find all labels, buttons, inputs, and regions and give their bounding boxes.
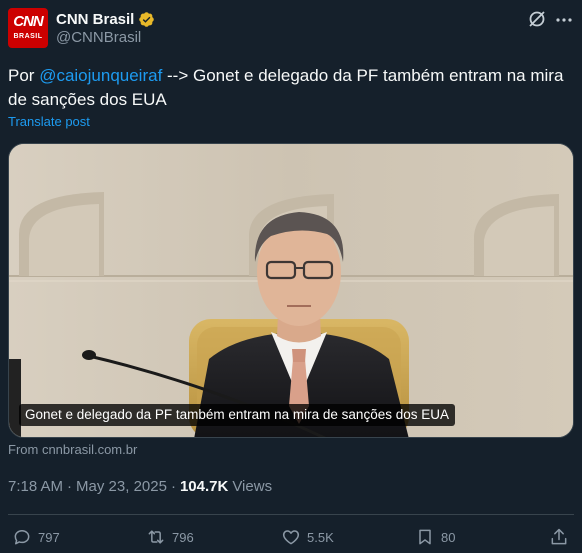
bookmark-button[interactable]: 80 [415, 527, 455, 547]
reply-count: 797 [38, 529, 60, 545]
post-date[interactable]: May 23, 2025 [76, 478, 167, 495]
author-display-name[interactable]: CNN Brasil [56, 11, 134, 28]
post-image[interactable] [8, 143, 574, 438]
author-handle[interactable]: @CNNBrasil [56, 29, 141, 46]
photo-illustration [9, 144, 573, 437]
image-caption: Gonet e delegado da PF também entram na … [19, 404, 455, 426]
meta-separator-2: · [170, 478, 176, 495]
post-text-prefix: Por [8, 66, 40, 85]
bookmark-icon [419, 529, 431, 545]
heart-icon [282, 530, 300, 545]
like-button[interactable]: 5.5K [281, 527, 334, 547]
repost-count: 796 [172, 529, 194, 545]
author-name-row: CNN Brasil [56, 9, 155, 29]
share-icon [551, 528, 567, 545]
like-count: 5.5K [307, 529, 334, 545]
avatar-logo-sub: BRASIL [13, 33, 43, 40]
share-button[interactable] [549, 527, 569, 547]
views-label: Views [232, 478, 273, 495]
more-options-icon[interactable] [554, 10, 574, 30]
bookmark-count: 80 [441, 529, 456, 545]
avatar[interactable]: CNN BRASIL [8, 8, 48, 48]
mention-link[interactable]: @caiojunqueiraf [39, 66, 162, 85]
repost-button[interactable]: 796 [146, 527, 194, 547]
link-source[interactable]: From cnnbrasil.com.br [8, 442, 137, 457]
reply-button[interactable]: 797 [12, 527, 60, 547]
grok-icon[interactable] [527, 9, 547, 29]
views-count: 104.7K [179, 478, 229, 495]
post-metadata: 7:18 AM · May 23, 2025 · 104.7K Views [8, 478, 272, 495]
avatar-logo: CNN [13, 13, 44, 30]
repost-icon [148, 530, 164, 544]
verified-badge-icon[interactable] [138, 11, 155, 28]
divider [8, 514, 574, 515]
action-bar: 797 796 5.5K 80 [0, 527, 582, 551]
post-card: CNN BRASIL CNN Brasil @CNNBrasil Por @ca… [0, 0, 582, 553]
post-time[interactable]: 7:18 AM [8, 478, 63, 495]
reply-icon [14, 530, 30, 545]
post-text: Por @caiojunqueiraf --> Gonet e delegado… [8, 64, 574, 112]
translate-post-link[interactable]: Translate post [8, 114, 90, 129]
meta-separator: · [67, 478, 73, 495]
